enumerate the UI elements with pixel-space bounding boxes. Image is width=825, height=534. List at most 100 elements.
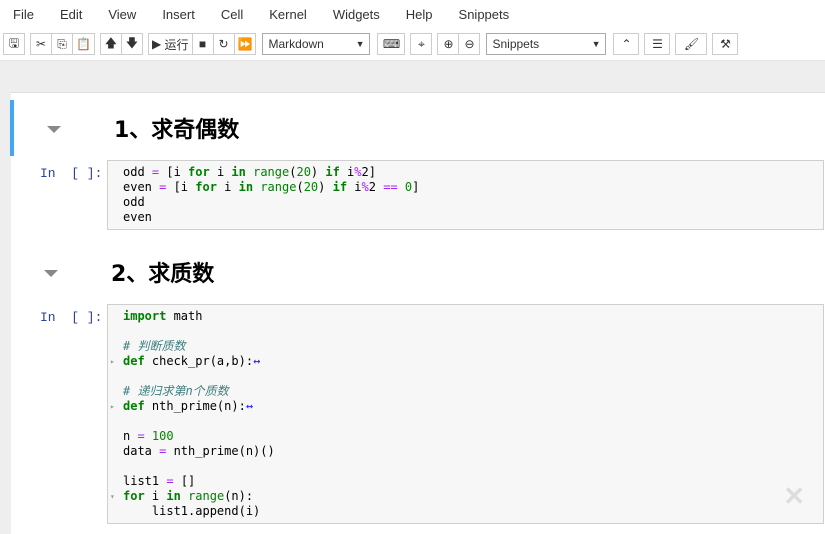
fast-forward-icon[interactable]: ⏩: [233, 33, 257, 55]
gavel-icon[interactable]: ⚒: [712, 33, 739, 55]
toolbar: 🖫 ✂ ⎘ 📋 🡅 🡇 ▶ 运行 ■ ↻ ⏩ Markdown ▼ ⌨ ⌖ ⊕ ⊖ Snippe…: [0, 28, 825, 61]
code-token: ]: [412, 180, 420, 194]
fold-toggle-icon[interactable]: ▾: [110, 489, 115, 504]
menu-snippets[interactable]: Snippets: [450, 7, 519, 22]
code-token: odd: [123, 195, 145, 209]
chevron-down-icon: ▼: [591, 39, 601, 49]
chevron-down-icon: ▼: [355, 39, 365, 49]
collapse-icon[interactable]: [44, 270, 58, 277]
code-line: list1 = []: [123, 474, 823, 489]
cut-icon[interactable]: ✂: [30, 33, 52, 55]
code-token: nth_prime(n)(): [166, 444, 275, 458]
code-token: =: [166, 474, 174, 488]
heading-2: 2、求质数: [111, 262, 215, 287]
code-cell-2[interactable]: In [ ]: import math # 判断质数 ▸ def check_pr(a…: [11, 304, 825, 524]
code-token: [i: [166, 180, 196, 194]
restart-icon[interactable]: ↻: [212, 33, 235, 55]
menu-cell[interactable]: Cell: [212, 7, 252, 22]
code-token: if: [325, 165, 340, 179]
code-input[interactable]: odd = [i for i in range(20) if i%2] even …: [107, 160, 824, 230]
code-line: odd: [123, 195, 823, 210]
code-token: def: [123, 399, 145, 413]
code-token: 20: [296, 165, 311, 179]
collapse-icon[interactable]: [47, 126, 61, 133]
arrow-circle-down-icon[interactable]: ⊖: [458, 33, 481, 55]
fold-toggle-icon[interactable]: ▸: [110, 399, 115, 414]
chevron-up-icon[interactable]: ⌃: [613, 33, 640, 55]
code-line: n = 100: [123, 429, 823, 444]
code-token: for: [195, 180, 217, 194]
code-token: in: [231, 165, 246, 179]
run-label: 运行: [164, 37, 189, 52]
code-token: list1: [123, 474, 167, 488]
crosshair-icon[interactable]: ⌖: [410, 33, 433, 55]
cell-type-select[interactable]: Markdown ▼: [262, 33, 371, 55]
code-token: for: [188, 165, 210, 179]
menu-kernel[interactable]: Kernel: [260, 7, 316, 22]
code-token: even: [123, 210, 152, 224]
snippets-select[interactable]: Snippets ▼: [486, 33, 607, 55]
code-token: i: [216, 180, 239, 194]
code-token: ): [310, 165, 326, 179]
code-token: import: [123, 309, 167, 323]
code-line: import math: [123, 309, 823, 324]
code-token: i: [209, 165, 232, 179]
move-up-icon[interactable]: 🡅: [99, 33, 122, 55]
code-token: %: [354, 165, 362, 179]
list-icon[interactable]: ☰: [644, 33, 671, 55]
code-token: nth_prime(n):: [144, 399, 246, 413]
menu-edit[interactable]: Edit: [51, 7, 91, 22]
code-line: # 递归求第n个质数: [123, 384, 823, 399]
code-token: ==: [383, 180, 398, 194]
paste-icon[interactable]: 📋: [72, 33, 95, 55]
code-token: [i: [159, 165, 189, 179]
menu-help[interactable]: Help: [397, 7, 442, 22]
menu-file[interactable]: File: [4, 7, 43, 22]
code-token: (n):: [224, 489, 254, 503]
copy-icon[interactable]: ⎘: [51, 33, 73, 55]
arrow-circle-up-icon[interactable]: ⊕: [437, 33, 460, 55]
menubar: File Edit View Insert Cell Kernel Widget…: [0, 0, 825, 28]
code-token: if: [332, 180, 348, 194]
code-token: =: [137, 429, 145, 443]
code-token: []: [173, 474, 196, 488]
save-icon[interactable]: 🖫: [3, 33, 25, 55]
menu-view[interactable]: View: [99, 7, 145, 22]
brush-icon[interactable]: 🖌: [675, 33, 708, 55]
code-token: for: [123, 489, 145, 503]
input-prompt: In [ ]:: [40, 166, 103, 181]
code-line: data = nth_prime(n)(): [123, 444, 823, 459]
markdown-cell-1[interactable]: 1、求奇偶数: [10, 100, 825, 156]
code-token: list1.append(i): [123, 504, 261, 518]
code-token: ↔: [245, 399, 254, 413]
markdown-cell-2[interactable]: 2、求质数: [11, 244, 825, 300]
code-token: i: [339, 165, 355, 179]
notebook: 1、求奇偶数 In [ ]: odd = [i for i in range(2…: [10, 92, 825, 534]
keyboard-icon[interactable]: ⌨: [377, 33, 406, 55]
code-token: 20: [303, 180, 319, 194]
menu-widgets[interactable]: Widgets: [324, 7, 389, 22]
code-token: range: [253, 165, 290, 179]
code-token: in: [238, 180, 254, 194]
run-button[interactable]: ▶ 运行: [147, 33, 193, 55]
snippets-value: Snippets: [492, 37, 540, 51]
code-line: odd = [i for i in range(20) if i%2]: [123, 165, 823, 180]
menu-insert[interactable]: Insert: [153, 7, 204, 22]
code-input[interactable]: import math # 判断质数 ▸ def check_pr(a,b):↔ # 递…: [107, 304, 824, 524]
code-token: %: [361, 180, 369, 194]
code-cell-1[interactable]: In [ ]: odd = [i for i in range(20) if i…: [11, 160, 825, 230]
code-token: 2]: [361, 165, 376, 179]
stop-icon[interactable]: ■: [191, 33, 214, 55]
code-token: ↔: [253, 354, 261, 368]
fold-toggle-icon[interactable]: ▸: [110, 354, 115, 369]
code-token: odd: [123, 165, 152, 179]
watermark: ✕: [783, 481, 805, 511]
move-down-icon[interactable]: 🡇: [120, 33, 143, 55]
code-token: (: [296, 180, 304, 194]
